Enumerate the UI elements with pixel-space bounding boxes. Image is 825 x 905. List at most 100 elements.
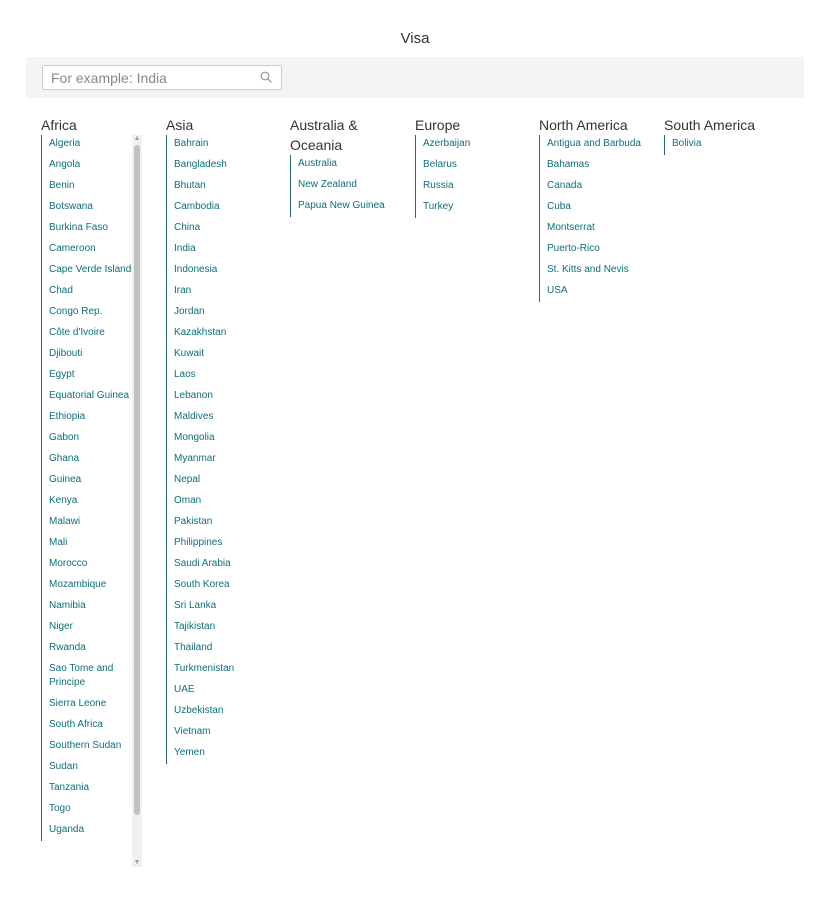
country-link[interactable]: Kuwait: [174, 344, 284, 365]
scroll-thumb[interactable]: [134, 145, 140, 815]
country-link[interactable]: Myanmar: [174, 449, 284, 470]
country-link[interactable]: Burkina Faso: [49, 218, 141, 239]
country-link[interactable]: Cambodia: [174, 197, 284, 218]
country-link[interactable]: Cape Verde Islands: [49, 260, 141, 281]
africa-scroll-area[interactable]: Algeria Angola Benin Botswana Burkina Faso Ca…: [41, 135, 159, 867]
country-link[interactable]: Bangladesh: [174, 155, 284, 176]
country-link[interactable]: Sao Tome and Principe: [49, 659, 141, 694]
scroll-down-icon[interactable]: ▼: [132, 859, 142, 867]
country-link[interactable]: Bhutan: [174, 176, 284, 197]
country-link[interactable]: Mali: [49, 533, 141, 554]
country-link[interactable]: Gabon: [49, 428, 141, 449]
country-link[interactable]: Antigua and Barbuda: [547, 135, 644, 155]
country-link[interactable]: Nepal: [174, 470, 284, 491]
country-link[interactable]: India: [174, 239, 284, 260]
country-list: Antigua and Barbuda Bahamas Canada Cuba Mont…: [539, 135, 644, 302]
country-link[interactable]: Papua New Guinea: [298, 196, 390, 217]
country-link[interactable]: Namibia: [49, 596, 141, 617]
country-link[interactable]: Kazakhstan: [174, 323, 284, 344]
country-link[interactable]: Sudan: [49, 757, 141, 778]
search-input[interactable]: [43, 66, 261, 89]
country-link[interactable]: UAE: [174, 680, 284, 701]
country-link[interactable]: Sri Lanka: [174, 596, 284, 617]
page-title: Visa: [400, 30, 430, 47]
country-link[interactable]: Guinea: [49, 470, 141, 491]
country-link[interactable]: Thailand: [174, 638, 284, 659]
country-link[interactable]: Bolivia: [672, 135, 784, 155]
country-link[interactable]: Morocco: [49, 554, 141, 575]
country-link[interactable]: Tajikistan: [174, 617, 284, 638]
country-link[interactable]: Uzbekistan: [174, 701, 284, 722]
country-link[interactable]: Botswana: [49, 197, 141, 218]
country-link[interactable]: Mongolia: [174, 428, 284, 449]
country-link[interactable]: Indonesia: [174, 260, 284, 281]
country-link[interactable]: Puerto-Rico: [547, 239, 644, 260]
country-link[interactable]: Chad: [49, 281, 141, 302]
country-link[interactable]: Russia: [423, 176, 533, 197]
country-list: Bahrain Bangladesh Bhutan Cambodia China Indi…: [166, 135, 284, 764]
country-link[interactable]: Southern Sudan: [49, 736, 141, 757]
country-link[interactable]: Rwanda: [49, 638, 141, 659]
region-title: Asia: [166, 117, 194, 133]
region-title: Africa: [41, 117, 77, 133]
country-link[interactable]: Niger: [49, 617, 141, 638]
country-link[interactable]: Jordan: [174, 302, 284, 323]
country-link[interactable]: Djibouti: [49, 344, 141, 365]
country-link[interactable]: Lebanon: [174, 386, 284, 407]
region-asia: Asia Bahrain Bangladesh Bhutan Cambodia Chin…: [166, 115, 284, 764]
region-title: South America: [664, 117, 756, 133]
country-link[interactable]: Canada: [547, 176, 644, 197]
country-list: Australia New Zealand Papua New Guinea: [290, 155, 390, 217]
country-link[interactable]: Ghana: [49, 449, 141, 470]
country-link[interactable]: Algeria: [49, 135, 141, 155]
scroll-up-icon[interactable]: ▲: [132, 135, 142, 143]
country-link[interactable]: Benin: [49, 176, 141, 197]
country-link[interactable]: Côte d'Ivoire: [49, 323, 141, 344]
search-icon[interactable]: [260, 71, 272, 83]
country-link[interactable]: Azerbaijan: [423, 135, 533, 155]
country-link[interactable]: Belarus: [423, 155, 533, 176]
country-link[interactable]: Cameroon: [49, 239, 141, 260]
country-link[interactable]: Sierra Leone: [49, 694, 141, 715]
country-link[interactable]: Equatorial Guinea: [49, 386, 141, 407]
scrollbar[interactable]: ▲ ▼: [132, 135, 142, 867]
country-link[interactable]: Bahrain: [174, 135, 284, 155]
country-link[interactable]: Togo: [49, 799, 141, 820]
country-link[interactable]: Turkey: [423, 197, 533, 218]
country-link[interactable]: Oman: [174, 491, 284, 512]
country-link[interactable]: Uganda: [49, 820, 141, 841]
country-link[interactable]: South Africa: [49, 715, 141, 736]
country-link[interactable]: Iran: [174, 281, 284, 302]
country-link[interactable]: St. Kitts and Nevis: [547, 260, 644, 281]
country-link[interactable]: Yemen: [174, 743, 284, 764]
country-link[interactable]: Saudi Arabia: [174, 554, 284, 575]
country-link[interactable]: Australia: [298, 155, 390, 175]
country-link[interactable]: Bahamas: [547, 155, 644, 176]
country-link[interactable]: Vietnam: [174, 722, 284, 743]
country-link[interactable]: Laos: [174, 365, 284, 386]
country-link[interactable]: Egypt: [49, 365, 141, 386]
country-link[interactable]: Ethiopia: [49, 407, 141, 428]
country-link[interactable]: South Korea: [174, 575, 284, 596]
country-link[interactable]: Turkmenistan: [174, 659, 284, 680]
country-link[interactable]: USA: [547, 281, 644, 302]
country-link[interactable]: Congo Rep.: [49, 302, 141, 323]
country-link[interactable]: Angola: [49, 155, 141, 176]
country-link[interactable]: China: [174, 218, 284, 239]
country-link[interactable]: Maldives: [174, 407, 284, 428]
country-link[interactable]: Cuba: [547, 197, 644, 218]
country-link[interactable]: Montserrat: [547, 218, 644, 239]
search-box[interactable]: [42, 65, 282, 90]
country-link[interactable]: Malawi: [49, 512, 141, 533]
region-europe: Europe Azerbaijan Belarus Russia Turkey: [415, 115, 533, 218]
country-link[interactable]: Philippines: [174, 533, 284, 554]
region-title: Australia & Oceania: [290, 117, 358, 153]
country-link[interactable]: Tanzania: [49, 778, 141, 799]
country-link[interactable]: Mozambique: [49, 575, 141, 596]
country-link[interactable]: Kenya: [49, 491, 141, 512]
region-africa: Africa Algeria Angola Benin Botswana Burkina…: [41, 115, 159, 867]
country-link[interactable]: Pakistan: [174, 512, 284, 533]
region-title: North America: [539, 117, 628, 133]
country-link[interactable]: New Zealand: [298, 175, 390, 196]
region-australia-oceania: Australia & Oceania Australia New Zealand…: [290, 115, 390, 217]
